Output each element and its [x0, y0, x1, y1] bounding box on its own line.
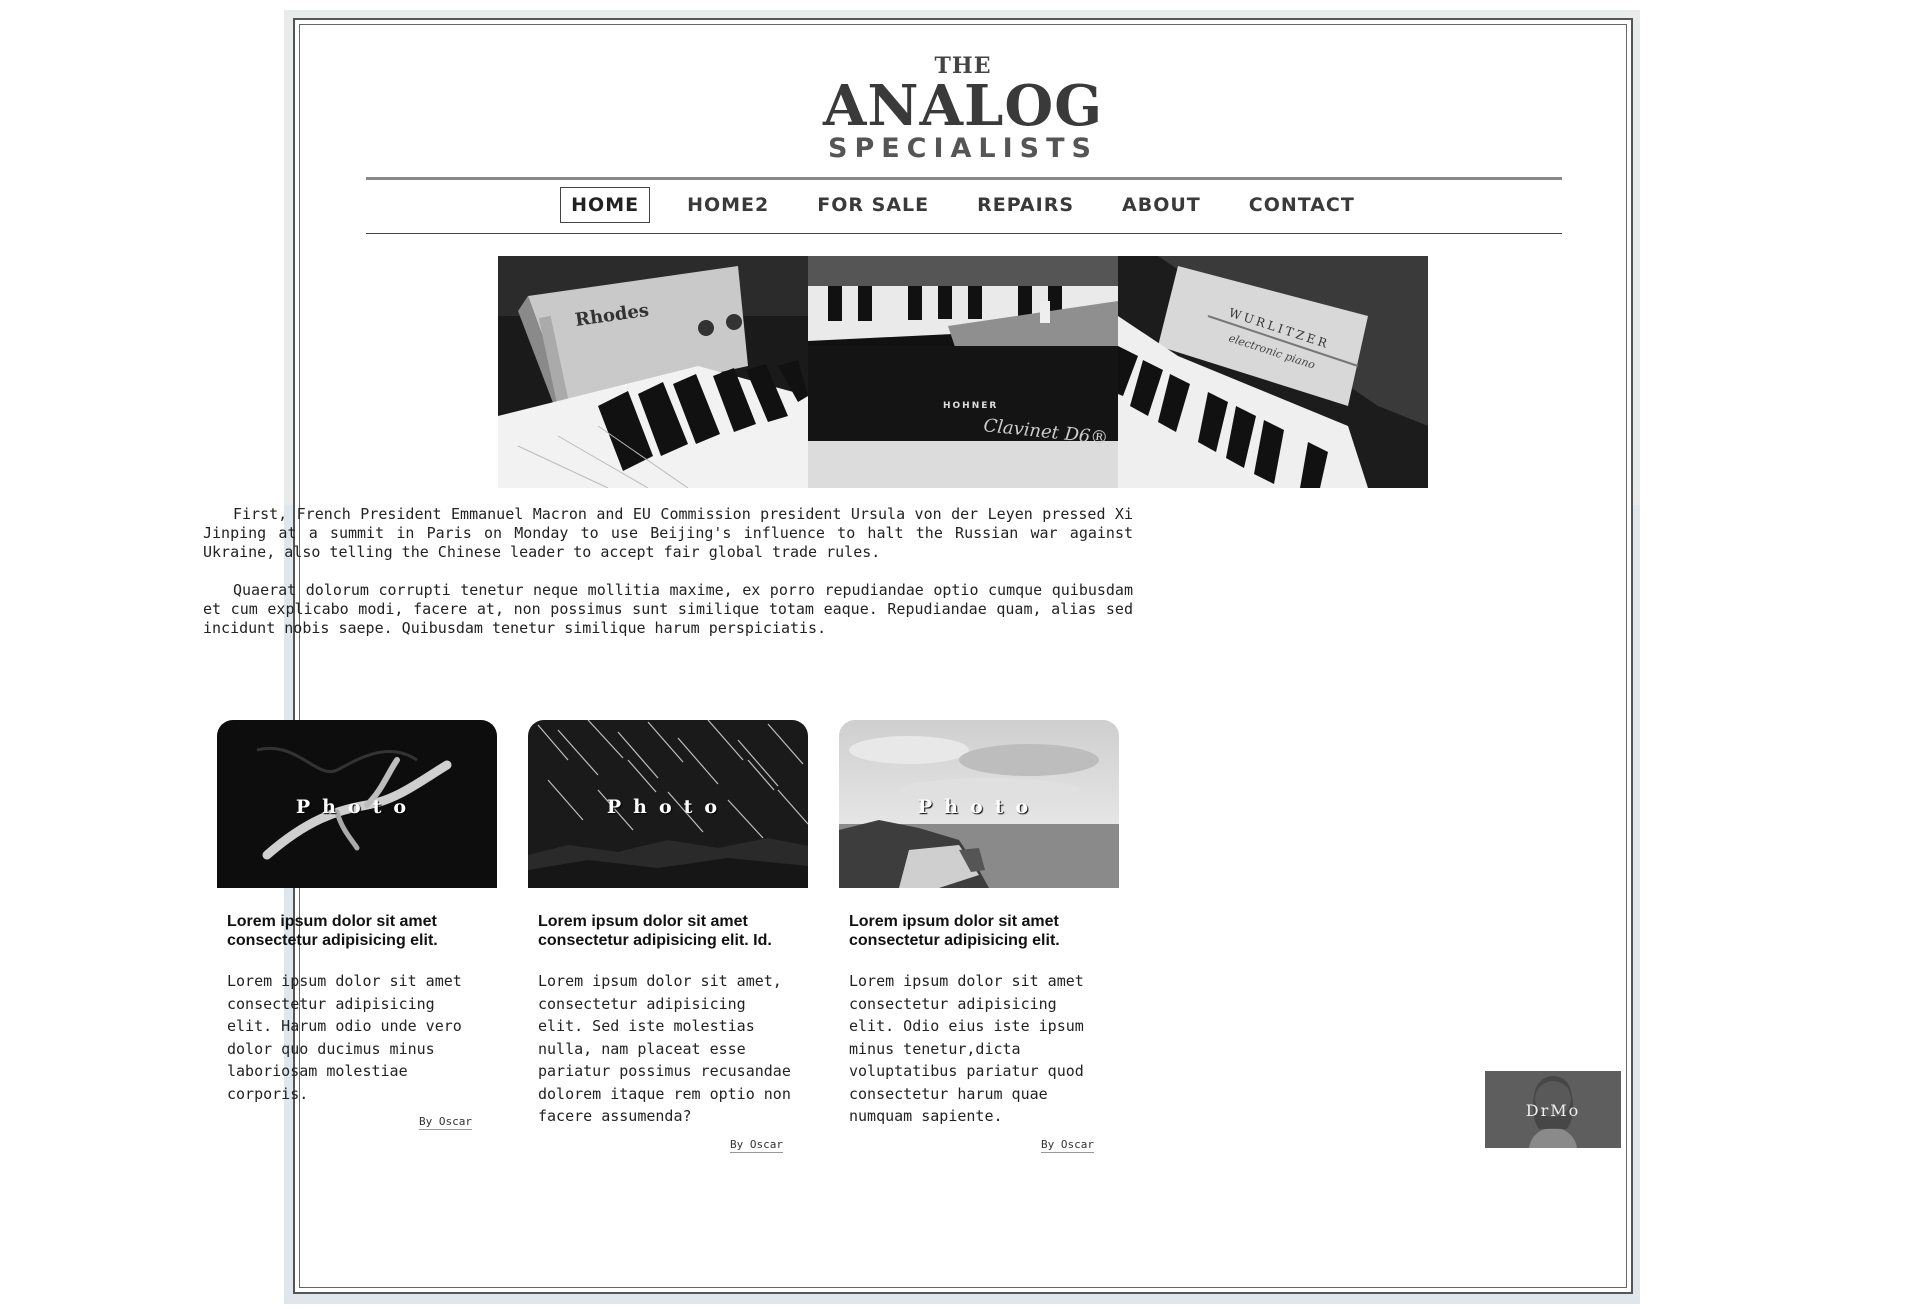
card-author-link[interactable]: By Oscar: [419, 1115, 472, 1130]
nav-top-rule: [366, 177, 1562, 180]
intro-text: First, French President Emmanuel Macron …: [203, 505, 1133, 657]
card-image[interactable]: Photo: [217, 720, 497, 888]
card-text: Lorem ipsum dolor sit amet consectetur a…: [849, 972, 1084, 1125]
card[interactable]: Photo Lorem ipsum dolor sit amet consect…: [528, 720, 808, 1153]
card[interactable]: Photo Lorem ipsum dolor sit amet consect…: [839, 720, 1119, 1153]
card-image[interactable]: Photo: [528, 720, 808, 888]
hero-panel-clavinet: HOHNER Clavinet D6®: [808, 256, 1118, 488]
nav-item-home[interactable]: HOME: [560, 187, 651, 223]
card-author[interactable]: By Oscar: [217, 1115, 472, 1130]
card-image[interactable]: Photo: [839, 720, 1119, 888]
logo-line-specialists: SPECIALISTS: [828, 133, 1098, 164]
nav-item-about[interactable]: ABOUT: [1111, 187, 1212, 223]
nav-item-home2[interactable]: HOME2: [676, 187, 780, 223]
floating-badge[interactable]: DrMo: [1485, 1071, 1621, 1148]
clavinet-image: HOHNER Clavinet D6®: [808, 256, 1118, 488]
nav-item-contact[interactable]: CONTACT: [1238, 187, 1366, 223]
nav-bottom-rule: [366, 233, 1562, 234]
card-image-label: Photo: [295, 796, 419, 818]
card-title: Lorem ipsum dolor sit amet consectetur a…: [227, 913, 438, 949]
intro-paragraph-2: Quaerat dolorum corrupti tenetur neque m…: [203, 581, 1133, 637]
card[interactable]: Photo Lorem ipsum dolor sit amet consect…: [217, 720, 497, 1151]
hero-banner: Rhodes HOHNER Clavinet D6® WURLITZER ele…: [498, 256, 1428, 488]
hohner-label: HOHNER: [943, 401, 998, 411]
card-grid: Photo Lorem ipsum dolor sit amet consect…: [217, 720, 1119, 1153]
logo-line-analog: ANALOG: [822, 73, 1104, 139]
card-text: Lorem ipsum dolor sit amet, consectetur …: [538, 972, 791, 1125]
hero-panel-wurlitzer: WURLITZER electronic piano: [1118, 256, 1428, 488]
hero-panel-rhodes: Rhodes: [498, 256, 808, 488]
card-title: Lorem ipsum dolor sit amet consectetur a…: [849, 913, 1060, 949]
main-nav: HOME HOME2 FOR SALE REPAIRS ABOUT CONTAC…: [295, 187, 1631, 223]
card-image-label: Photo: [606, 796, 730, 818]
card-text: Lorem ipsum dolor sit amet consectetur a…: [227, 972, 462, 1103]
badge-label: DrMo: [1525, 1101, 1581, 1120]
card-author[interactable]: By Oscar: [528, 1137, 783, 1153]
site-logo[interactable]: THE ANALOG SPECIALISTS: [295, 54, 1631, 164]
card-author-link[interactable]: By Oscar: [1041, 1137, 1094, 1153]
card-author-link[interactable]: By Oscar: [730, 1137, 783, 1153]
rhodes-piano-image: Rhodes: [498, 256, 808, 488]
card-author[interactable]: By Oscar: [839, 1137, 1094, 1153]
nav-item-for-sale[interactable]: FOR SALE: [806, 187, 940, 223]
wurlitzer-image: WURLITZER electronic piano: [1118, 256, 1428, 488]
intro-paragraph-1: First, French President Emmanuel Macron …: [203, 505, 1133, 561]
nav-item-repairs[interactable]: REPAIRS: [966, 187, 1085, 223]
card-image-label: Photo: [917, 796, 1041, 818]
card-title: Lorem ipsum dolor sit amet consectetur a…: [538, 913, 772, 949]
